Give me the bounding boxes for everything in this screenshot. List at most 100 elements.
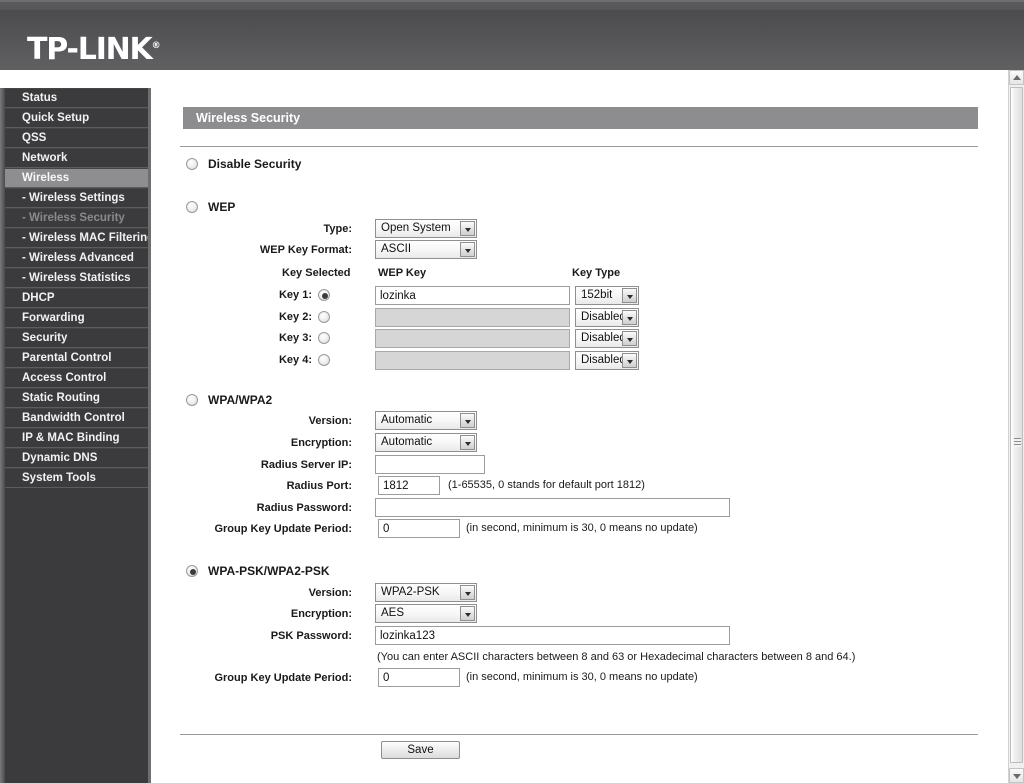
select-wpa-encryption[interactable]: Automatic <box>375 433 477 452</box>
sidebar-item-dhcp[interactable]: DHCP <box>5 288 148 308</box>
sidebar-item-label: QSS <box>22 132 47 144</box>
select-wep-key-type-2[interactable]: Disabled <box>575 307 639 327</box>
radio-disable-security[interactable] <box>186 158 198 170</box>
sidebar-item-quick-setup[interactable]: Quick Setup <box>5 108 148 128</box>
hint-psk-group-key-period: (in second, minimum is 30, 0 means no up… <box>466 671 698 683</box>
sidebar-item-label: - Wireless MAC Filtering <box>22 232 148 244</box>
tplink-logo: TP-LINK® <box>27 32 161 67</box>
save-button[interactable]: Save <box>381 741 460 759</box>
divider-bottom <box>180 734 978 735</box>
sidebar-item-label: Dynamic DNS <box>22 452 98 464</box>
select-psk-version[interactable]: WPA2-PSK <box>375 583 477 602</box>
select-psk-encryption[interactable]: AES <box>375 604 477 623</box>
sidebar-item-label: Static Routing <box>22 392 100 404</box>
select-wep-type[interactable]: Open System <box>375 219 477 238</box>
scroll-up-arrow-icon[interactable] <box>1009 70 1024 85</box>
label-radius-port: Radius Port: <box>286 480 352 492</box>
chevron-down-icon[interactable] <box>622 288 637 303</box>
sidebar-item-dynamic-dns[interactable]: Dynamic DNS <box>5 448 148 468</box>
sidebar-item-label: - Wireless Statistics <box>22 272 131 284</box>
chevron-down-icon[interactable] <box>622 309 637 325</box>
sidebar-item-label: IP & MAC Binding <box>22 432 120 444</box>
radio-wep-key-1[interactable] <box>318 289 330 301</box>
select-wep-key-format[interactable]: ASCII <box>375 240 477 259</box>
scroll-down-arrow-icon[interactable] <box>1009 768 1024 783</box>
radio-wpa-psk[interactable] <box>186 565 198 577</box>
divider-top <box>180 146 978 147</box>
input-radius-server-ip[interactable] <box>375 455 485 474</box>
sidebar-item-status[interactable]: Status <box>5 88 148 108</box>
select-wpa-version[interactable]: Automatic <box>375 411 477 430</box>
input-psk-password[interactable] <box>375 626 730 645</box>
select-wep-key-type-1[interactable]: 152bit <box>575 286 639 305</box>
label-psk-password: PSK Password: <box>270 630 352 642</box>
label-wpa-encryption: Encryption: <box>290 437 352 449</box>
hint-wpa-group-key-period: (in second, minimum is 30, 0 means no up… <box>466 522 698 534</box>
radio-wep-key-4[interactable] <box>318 353 330 366</box>
chevron-down-icon[interactable] <box>460 221 475 236</box>
input-wep-key-2[interactable] <box>375 307 570 327</box>
sidebar-item-wireless-security[interactable]: - Wireless Security <box>5 208 148 228</box>
column-header-wep-key: WEP Key <box>378 267 427 279</box>
chevron-down-icon[interactable] <box>460 606 475 621</box>
trademark-symbol: ® <box>151 41 161 51</box>
sidebar-item-wireless-advanced[interactable]: - Wireless Advanced <box>5 248 148 268</box>
input-wep-key-4[interactable] <box>375 350 570 370</box>
input-wpa-group-key-period[interactable] <box>378 519 460 538</box>
sidebar-item-wireless[interactable]: Wireless <box>5 168 148 188</box>
radio-wpa-wpa2[interactable] <box>186 394 198 406</box>
sidebar-item-forwarding[interactable]: Forwarding <box>5 308 148 328</box>
chevron-down-icon[interactable] <box>460 242 475 257</box>
input-psk-group-key-period[interactable] <box>378 668 460 687</box>
page-header: TP-LINK® <box>0 0 1024 72</box>
sidebar-item-static-routing[interactable]: Static Routing <box>5 388 148 408</box>
sidebar-item-network[interactable]: Network <box>5 148 148 168</box>
chevron-down-icon[interactable] <box>460 413 475 428</box>
select-wep-key-type-3[interactable]: Disabled <box>575 329 639 348</box>
page-title: Wireless Security <box>180 107 978 129</box>
sidebar-item-wireless-mac-filtering[interactable]: - Wireless MAC Filtering <box>5 228 148 248</box>
input-wep-key-3[interactable] <box>375 329 570 348</box>
chevron-down-icon[interactable] <box>460 435 475 450</box>
sidebar-item-security[interactable]: Security <box>5 328 148 348</box>
sidebar-item-label: Status <box>22 92 58 104</box>
right-gutter <box>997 70 1008 783</box>
sidebar-item-wireless-settings[interactable]: - Wireless Settings <box>5 188 148 208</box>
sidebar-item-label: Bandwidth Control <box>22 412 125 424</box>
label-wpa-psk: WPA-PSK/WPA2-PSK <box>208 564 330 578</box>
chevron-down-icon[interactable] <box>460 585 475 600</box>
scrollbar-grip-icon <box>1014 438 1021 447</box>
sidebar-item-label: Network <box>22 152 68 164</box>
label-psk-group-key-period: Group Key Update Period: <box>214 672 352 684</box>
sidebar-item-label: - Wireless Settings <box>22 192 125 204</box>
column-header-key-type: Key Type <box>572 267 621 279</box>
label-wep-key-3: Key 3: <box>278 332 312 344</box>
sidebar-item-ip-mac-binding[interactable]: IP & MAC Binding <box>5 428 148 448</box>
label-disable-security: Disable Security <box>208 157 302 171</box>
brand-name: TP-LINK <box>27 32 153 67</box>
sidebar-item-system-tools[interactable]: System Tools <box>5 468 148 488</box>
sidebar-item-qss[interactable]: QSS <box>5 128 148 148</box>
input-radius-password[interactable] <box>375 498 730 517</box>
sidebar-menu: Status Quick Setup QSS Network Wireless - Wir… <box>5 88 148 488</box>
select-wep-key-type-4[interactable]: Disabled <box>575 350 639 370</box>
radio-wep-key-3[interactable] <box>318 332 330 344</box>
sidebar-item-label: System Tools <box>22 472 96 484</box>
vertical-scrollbar[interactable] <box>1008 70 1024 783</box>
hint-radius-port: (1-65535, 0 stands for default port 1812… <box>448 479 645 491</box>
scrollbar-thumb[interactable] <box>1010 87 1023 763</box>
radio-wep-key-2[interactable] <box>318 310 330 323</box>
sidebar-item-parental-control[interactable]: Parental Control <box>5 348 148 368</box>
chevron-down-icon[interactable] <box>622 331 637 346</box>
sidebar-item-wireless-statistics[interactable]: - Wireless Statistics <box>5 268 148 288</box>
input-wep-key-1[interactable] <box>375 286 570 305</box>
sidebar-item-label: - Wireless Advanced <box>22 252 134 264</box>
radio-wep[interactable] <box>186 201 198 213</box>
input-radius-port[interactable] <box>378 476 440 495</box>
chevron-down-icon[interactable] <box>622 352 637 368</box>
sidebar-item-bandwidth-control[interactable]: Bandwidth Control <box>5 408 148 428</box>
label-wep-key-4: Key 4: <box>278 353 312 366</box>
label-wpa-group-key-period: Group Key Update Period: <box>214 523 352 535</box>
page-body: Status Quick Setup QSS Network Wireless - Wir… <box>0 70 1024 783</box>
sidebar-item-access-control[interactable]: Access Control <box>5 368 148 388</box>
